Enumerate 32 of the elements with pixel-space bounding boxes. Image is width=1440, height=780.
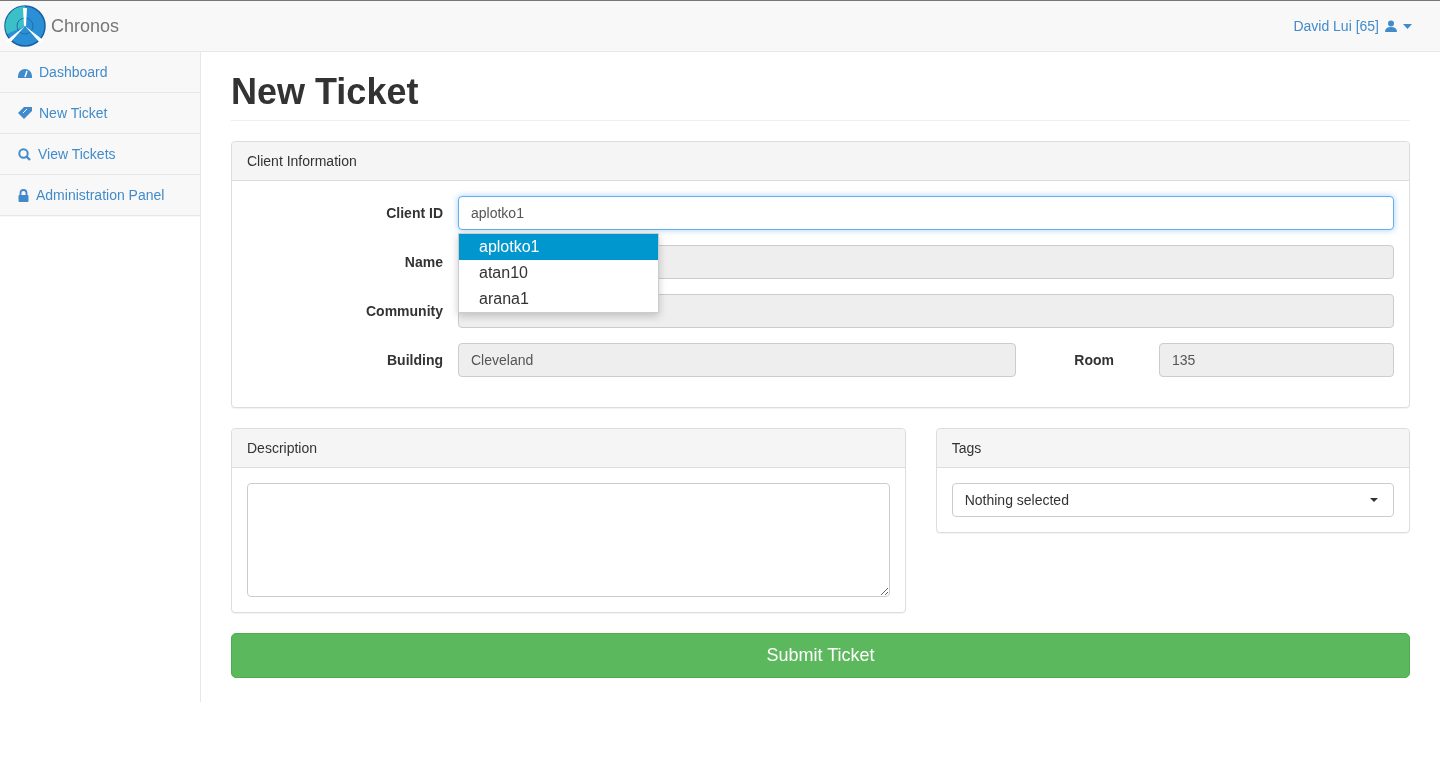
sidebar-item[interactable]: Administration Panel <box>0 175 200 216</box>
panel-heading: Client Information <box>232 142 1409 181</box>
building-field[interactable]: Cleveland <box>458 343 1016 377</box>
lock-icon <box>18 188 29 202</box>
user-menu[interactable]: David Lui [65] <box>1293 18 1412 34</box>
sidebar-item[interactable]: New Ticket <box>0 93 200 134</box>
panel-heading: Tags <box>936 429 1409 468</box>
user-icon <box>1385 20 1397 32</box>
field-label: Community <box>365 303 444 319</box>
description-field[interactable] <box>247 483 890 597</box>
tags-select[interactable]: Nothing selected <box>951 483 1394 517</box>
page-title: New Ticket <box>231 72 1410 121</box>
caret-icon <box>1370 498 1378 502</box>
submit-button[interactable]: Submit Ticket <box>231 633 1410 678</box>
field-label: Client ID <box>385 205 444 221</box>
suggestion-item[interactable]: aplotko1 <box>459 234 658 260</box>
client-id-field[interactable]: aplotko1 <box>458 196 1394 230</box>
panel-heading: Description <box>232 429 905 468</box>
room-field[interactable]: 135 <box>1159 343 1394 377</box>
dashboard-icon <box>18 66 32 78</box>
sidebar-item[interactable]: View Tickets <box>0 134 200 175</box>
field-label: Building <box>386 352 444 368</box>
field-label: Name <box>403 254 444 270</box>
search-icon <box>18 147 31 161</box>
brand-name[interactable]: Chronos <box>51 15 120 37</box>
caret-icon <box>1403 23 1412 29</box>
ticket-icon <box>18 107 32 119</box>
suggestion-item[interactable]: atan10 <box>459 260 658 286</box>
sidebar-item[interactable]: Dashboard <box>0 52 200 93</box>
suggestion-item[interactable]: arana1 <box>459 286 658 312</box>
clock-logo-icon <box>3 4 47 48</box>
field-label: Room <box>1073 352 1115 368</box>
